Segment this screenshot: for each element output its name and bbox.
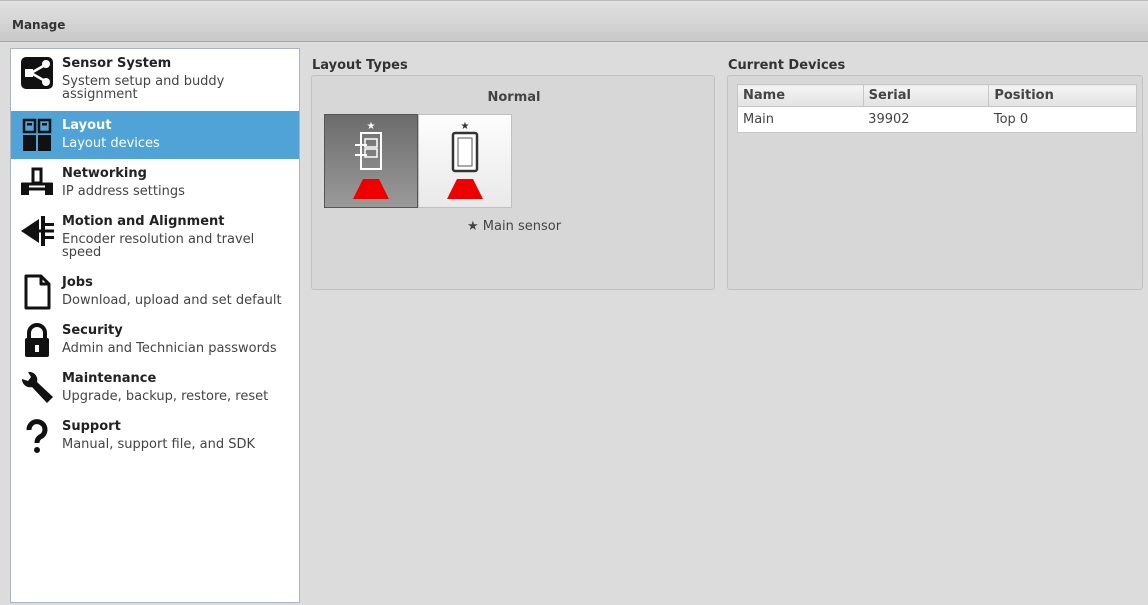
sidebar-item-description: Manual, support file, and SDK — [62, 437, 255, 452]
column-header-name[interactable]: Name — [737, 84, 864, 107]
sensor-system-icon — [19, 55, 55, 91]
sensor-layout-icon: ★ — [447, 121, 483, 199]
sidebar: Sensor System System setup and buddy ass… — [10, 48, 300, 603]
sidebar-item-networking[interactable]: Networking IP address settings — [11, 159, 299, 207]
devices-table: Name Serial Position Main 39902 Top 0 — [737, 84, 1137, 133]
sidebar-item-description: Admin and Technician passwords — [62, 341, 277, 356]
main-sensor-legend: ★ Main sensor — [467, 219, 562, 234]
sensor-layout-icon: ★ — [353, 121, 389, 199]
sidebar-item-label: Networking — [62, 166, 147, 181]
sidebar-item-motion-alignment[interactable]: Motion and Alignment Encoder resolution … — [11, 207, 299, 268]
device-name-cell: Main — [743, 112, 775, 127]
layout-types-panel: Normal ★ ★ ★ Main sensor — [311, 75, 715, 290]
column-header-position[interactable]: Position — [988, 84, 1137, 107]
sidebar-item-maintenance[interactable]: Maintenance Upgrade, backup, restore, re… — [11, 364, 299, 412]
layout-types-heading: Layout Types — [312, 58, 408, 73]
sidebar-item-jobs[interactable]: Jobs Download, upload and set default — [11, 268, 299, 316]
device-position-cell: Top 0 — [993, 112, 1029, 127]
sidebar-item-label: Support — [62, 419, 121, 434]
jobs-icon — [19, 274, 55, 310]
sidebar-item-label: Motion and Alignment — [62, 214, 225, 229]
layout-option-single[interactable]: ★ — [418, 114, 512, 208]
sidebar-item-description: System setup and buddy assignment — [62, 74, 225, 102]
title-bar: Manage — [0, 0, 1148, 42]
sidebar-item-description: Layout devices — [62, 136, 160, 151]
sidebar-item-label: Layout — [62, 118, 112, 133]
sidebar-item-label: Maintenance — [62, 371, 157, 386]
motion-alignment-icon — [19, 213, 55, 249]
lock-icon — [19, 322, 55, 358]
sidebar-item-support[interactable]: Support Manual, support file, and SDK — [11, 412, 299, 460]
sidebar-item-label: Jobs — [62, 275, 93, 290]
sidebar-item-label: Security — [62, 323, 123, 338]
layout-option-mirrored[interactable]: ★ — [324, 114, 418, 208]
sidebar-item-description: IP address settings — [62, 184, 185, 199]
sidebar-item-description: Upgrade, backup, restore, reset — [62, 389, 269, 404]
svg-text:★: ★ — [367, 121, 376, 132]
layout-icon — [19, 117, 55, 153]
layout-mode-label: Normal — [487, 90, 541, 105]
table-row[interactable]: Main 39902 Top 0 — [738, 107, 1137, 133]
wrench-icon — [19, 370, 55, 406]
current-devices-panel: Name Serial Position Main 39902 Top 0 — [727, 75, 1143, 290]
sidebar-item-label: Sensor System — [62, 56, 172, 71]
sidebar-item-description: Encoder resolution and travel speed — [62, 232, 255, 260]
sidebar-item-layout[interactable]: Layout Layout devices — [11, 111, 299, 159]
window-title: Manage — [12, 18, 66, 32]
current-devices-heading: Current Devices — [728, 58, 846, 73]
sidebar-item-description: Download, upload and set default — [62, 293, 282, 308]
sidebar-item-sensor-system[interactable]: Sensor System System setup and buddy ass… — [11, 49, 299, 111]
question-icon — [19, 418, 55, 454]
device-serial-cell: 39902 — [868, 112, 910, 127]
column-header-serial[interactable]: Serial — [863, 84, 990, 107]
networking-icon — [19, 165, 55, 201]
sidebar-item-security[interactable]: Security Admin and Technician passwords — [11, 316, 299, 364]
svg-text:★: ★ — [461, 121, 470, 132]
